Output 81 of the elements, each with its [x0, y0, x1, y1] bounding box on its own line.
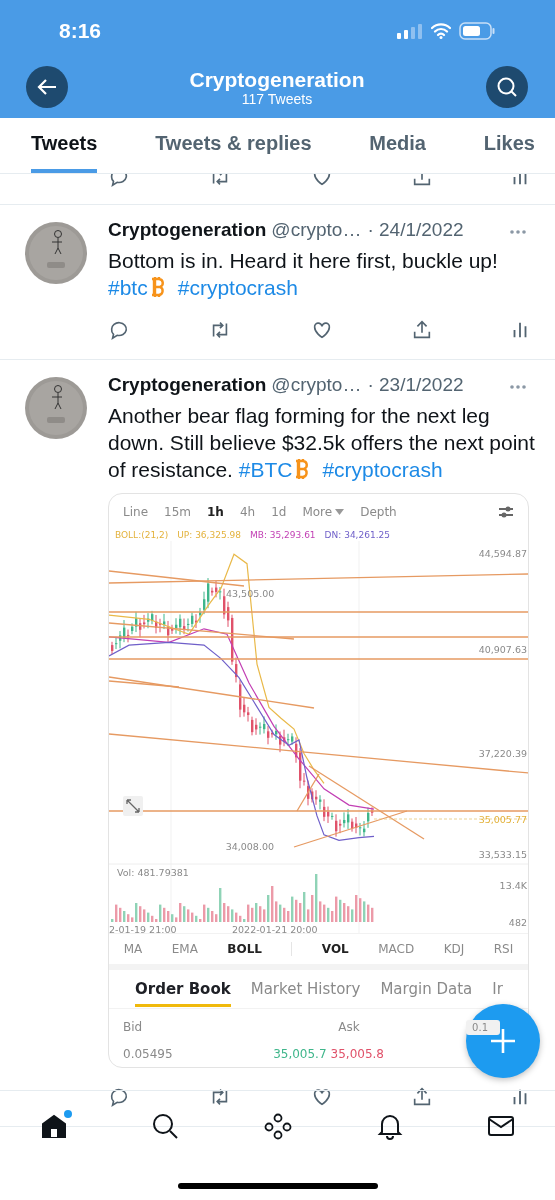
mail-icon[interactable] — [487, 1114, 515, 1138]
book-tab[interactable]: Margin Data — [380, 971, 473, 1007]
indicator-tab[interactable]: KDJ — [443, 942, 465, 956]
book-tab[interactable]: Market History — [250, 971, 361, 1007]
step-dropdown[interactable]: 0.1 — [466, 1019, 500, 1035]
indicator-tab[interactable]: MACD — [378, 942, 415, 956]
bid-header: Bid — [123, 1020, 143, 1034]
bid-price: 35,005.7 — [273, 1047, 327, 1061]
hashtag-link[interactable]: #btc — [108, 276, 148, 299]
volume-axis-label: 13.4K — [499, 880, 527, 891]
more-icon[interactable] — [509, 229, 527, 235]
author-name[interactable]: Cryptogeneration — [108, 219, 267, 241]
indicator-legend: MB: 35,293.61 — [249, 530, 316, 541]
hashtag-link[interactable]: #BTC — [238, 458, 293, 481]
tweet-count: 117 Tweets — [241, 91, 313, 106]
indicator-tab[interactable]: RSI — [493, 942, 514, 956]
bitcoin-icon — [294, 458, 311, 480]
tweet-text: Bottom is in. Heard it here first, buckle up! #btc #cryptocrash — [108, 248, 499, 301]
ask-header: Ask — [338, 1020, 360, 1034]
reply-icon[interactable] — [108, 319, 130, 341]
interval-tab[interactable]: 1h — [207, 505, 224, 519]
profile-tab[interactable]: Tweets & replies — [155, 118, 312, 173]
home-icon[interactable] — [40, 1112, 68, 1140]
indicator-tab[interactable]: EMA — [171, 942, 198, 956]
wifi-icon — [431, 23, 451, 39]
profile-name-title: Cryptogeneration — [189, 68, 365, 90]
compose-button[interactable] — [466, 1004, 540, 1078]
caret-icon — [335, 509, 345, 515]
search-icon — [496, 76, 518, 98]
hashtag-link[interactable]: #cryptocrash — [177, 276, 298, 299]
book-tab[interactable]: Order Book — [135, 971, 231, 1007]
low-price-label: 34,008.00 — [225, 841, 274, 852]
author-name[interactable]: Cryptogeneration — [108, 374, 267, 396]
indicator-legend: UP: 36,325.98 — [177, 530, 241, 541]
indicator-tab[interactable]: MA — [123, 942, 143, 956]
tweet-date: · 23/1/2022 — [367, 374, 464, 396]
back-arrow-icon — [37, 78, 57, 96]
price-axis-label: 37,220.39 — [478, 748, 527, 759]
status-time: 8:16 — [59, 19, 102, 43]
profile-tab[interactable]: Likes — [483, 118, 535, 173]
time-axis-label: 2022-01-21 20:00 — [232, 924, 318, 933]
price-axis-label: 44,594.87 — [478, 548, 527, 559]
profile-tab[interactable]: Media — [369, 118, 426, 173]
author-handle: @crypto… — [271, 219, 362, 241]
bell-icon[interactable] — [375, 1112, 404, 1140]
book-tab[interactable]: Ir — [492, 971, 503, 1007]
tweet-text: Another bear flag forming for the next leg down. Still believe $32.5k offers the next point of resistance. #BTC #cryptocrash — [108, 403, 535, 483]
interval-tab[interactable]: 4h — [239, 505, 256, 519]
signal-icon — [397, 23, 423, 39]
interval-tab[interactable]: Line — [123, 505, 148, 519]
battery-icon — [459, 22, 495, 40]
price-axis-label: 33,533.15 — [478, 849, 527, 860]
indicator-legend: BOLL:(21,2) — [115, 530, 169, 541]
spaces-icon[interactable] — [262, 1112, 293, 1140]
more-icon[interactable] — [509, 384, 527, 390]
expand-icon[interactable] — [123, 796, 143, 816]
ask-price: 35,005.8 — [330, 1047, 384, 1061]
author-handle: @crypto… — [271, 374, 362, 396]
interval-tab[interactable]: 1d — [271, 505, 287, 519]
volume-axis-label: 482 — [508, 917, 527, 928]
bid-amount: 0.05495 — [123, 1047, 173, 1061]
indicator-tab[interactable]: VOL — [321, 942, 349, 956]
price-axis-label: 40,907.63 — [478, 644, 527, 655]
interval-tab[interactable]: 15m — [164, 505, 191, 519]
settings-icon[interactable] — [498, 504, 514, 520]
depth-tab[interactable]: Depth — [360, 505, 397, 519]
indicator-tab[interactable]: BOLL — [227, 942, 262, 956]
profile-tab[interactable]: Tweets — [31, 118, 98, 173]
plus-icon — [490, 1028, 516, 1054]
search-icon[interactable] — [151, 1112, 180, 1140]
search-button[interactable] — [486, 66, 528, 108]
last-price-label: 35,005.77 — [478, 814, 527, 825]
more-dropdown[interactable]: More — [302, 505, 345, 519]
hashtag-link[interactable]: #cryptocrash — [322, 458, 443, 481]
bitcoin-icon — [149, 276, 166, 298]
volume-label: Vol: 481.79381 — [117, 867, 189, 878]
indicator-legend: DN: 34,261.25 — [324, 530, 390, 541]
time-axis-label: 2-01-19 21:00 — [109, 924, 177, 933]
reply-icon[interactable] — [108, 1086, 130, 1108]
tweet-date: · 24/1/2022 — [367, 219, 464, 241]
back-button[interactable] — [26, 66, 68, 108]
